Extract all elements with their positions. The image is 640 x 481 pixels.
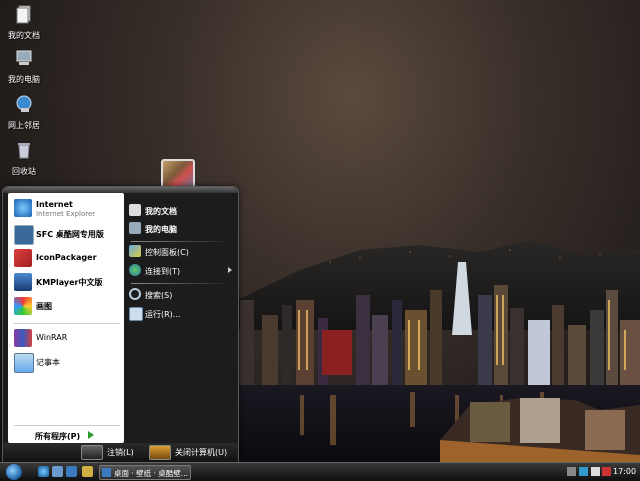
right-item-label: 我的电脑 — [145, 225, 177, 234]
iconpackager-icon — [14, 249, 32, 267]
submenu-arrow-icon — [228, 267, 232, 273]
start-menu-programs-pane: Internet Internet Explorer SFC 桌酷网专用版 Ic… — [8, 193, 124, 443]
my-computer-icon — [16, 50, 32, 65]
desktop-icon-label: 我的电脑 — [8, 75, 40, 84]
taskbar-window-title: 桌面 · 壁纸 · 桌酷壁... — [114, 469, 188, 478]
desktop-icon-label: 我的文档 — [8, 31, 40, 40]
system-tray: 17:00 — [565, 465, 637, 478]
start-right-search[interactable]: 搜索(S) — [127, 287, 237, 303]
internet-explorer-icon — [14, 199, 32, 217]
my-documents-icon — [16, 5, 31, 24]
pinned-kmplayer[interactable]: KMPlayer中文版 — [12, 271, 124, 293]
program-title: WinRAR — [36, 333, 68, 342]
tray-arrow-icon[interactable] — [567, 467, 576, 476]
right-item-label: 连接到(T) — [145, 267, 181, 276]
start-right-my-computer[interactable]: 我的电脑 — [127, 221, 237, 237]
quicklaunch-folder-icon[interactable] — [82, 466, 93, 477]
right-item-label: 运行(R)... — [145, 310, 181, 319]
desktop-icon-recycle-bin[interactable]: 回收站 — [2, 140, 46, 177]
winrar-icon — [14, 329, 32, 347]
start-right-control-panel[interactable]: 控制面板(C) — [127, 244, 237, 260]
right-item-label: 控制面板(C) — [145, 248, 189, 257]
start-right-my-documents[interactable]: 我的文档 — [127, 203, 237, 219]
shutdown-label: 关闭计算机(U) — [175, 448, 228, 457]
right-item-label: 我的文档 — [145, 207, 177, 216]
run-icon — [129, 307, 143, 321]
window-icon — [102, 468, 111, 477]
program-subtitle: Internet Explorer — [36, 210, 96, 218]
program-title: SFC 桌酷网专用版 — [36, 230, 104, 239]
desktop-icon-my-documents[interactable]: 我的文档 — [2, 4, 46, 41]
kmplayer-icon — [14, 273, 32, 291]
power-icon — [149, 445, 171, 460]
desktop-icon-network-places[interactable]: 网上邻居 — [2, 94, 46, 131]
desktop-icon-label: 网上邻居 — [8, 121, 40, 130]
right-item-label: 搜索(S) — [145, 291, 173, 300]
quicklaunch-media-icon[interactable] — [66, 466, 77, 477]
lock-icon — [81, 445, 103, 460]
start-menu: Internet Internet Explorer SFC 桌酷网专用版 Ic… — [2, 186, 239, 464]
pinned-paint[interactable]: 画图 — [12, 295, 124, 317]
my-documents-icon — [129, 204, 141, 216]
program-title: IconPackager — [36, 253, 97, 262]
clock: 17:00 — [613, 467, 637, 476]
separator — [14, 323, 120, 324]
separator — [131, 283, 231, 284]
program-title: KMPlayer中文版 — [36, 278, 103, 287]
desktop-icon-label: 回收站 — [12, 167, 36, 176]
connect-to-icon — [129, 264, 141, 276]
shutdown-button[interactable]: 关闭计算机(U) — [149, 445, 237, 460]
program-title: 记事本 — [36, 358, 60, 367]
pinned-internet-explorer[interactable]: Internet Internet Explorer — [12, 197, 124, 219]
logoff-button[interactable]: 注销(L) — [81, 445, 141, 460]
tray-security-icon[interactable] — [602, 467, 611, 476]
tray-volume-icon[interactable] — [591, 467, 600, 476]
start-right-run[interactable]: 运行(R)... — [127, 306, 237, 322]
search-icon — [129, 288, 141, 300]
recycle-bin-icon — [18, 143, 30, 159]
desktop-icon-my-computer[interactable]: 我的电脑 — [2, 48, 46, 85]
notepad-icon — [14, 353, 34, 373]
taskbar-window-button[interactable]: 桌面 · 壁纸 · 桌酷壁... — [99, 465, 191, 480]
arrow-right-icon — [88, 431, 94, 439]
recent-winrar[interactable]: WinRAR — [12, 327, 124, 349]
separator — [131, 241, 231, 242]
sfc-icon — [14, 225, 34, 245]
start-menu-footer: 注销(L) 关闭计算机(U) — [3, 443, 238, 463]
start-right-connect-to[interactable]: 连接到(T) — [127, 263, 237, 279]
program-title: 画图 — [36, 302, 52, 311]
quicklaunch-ie-icon[interactable] — [38, 466, 49, 477]
recent-notepad[interactable]: 记事本 — [12, 351, 124, 373]
program-title: Internet — [36, 200, 73, 209]
start-button[interactable] — [6, 464, 22, 480]
quicklaunch-desktop-icon[interactable] — [52, 466, 63, 477]
pinned-sfc[interactable]: SFC 桌酷网专用版 — [12, 223, 124, 245]
pinned-iconpackager[interactable]: IconPackager — [12, 247, 124, 269]
all-programs-label: 所有程序(P) — [35, 432, 81, 441]
my-computer-icon — [129, 222, 141, 234]
taskbar: 桌面 · 壁纸 · 桌酷壁... 17:00 — [0, 462, 640, 481]
tray-network-icon[interactable] — [579, 467, 588, 476]
logoff-label: 注销(L) — [107, 448, 134, 457]
paint-icon — [14, 297, 32, 315]
network-places-icon — [16, 95, 32, 112]
control-panel-icon — [129, 245, 141, 257]
all-programs-button[interactable]: 所有程序(P) — [8, 428, 124, 443]
separator — [14, 425, 120, 426]
